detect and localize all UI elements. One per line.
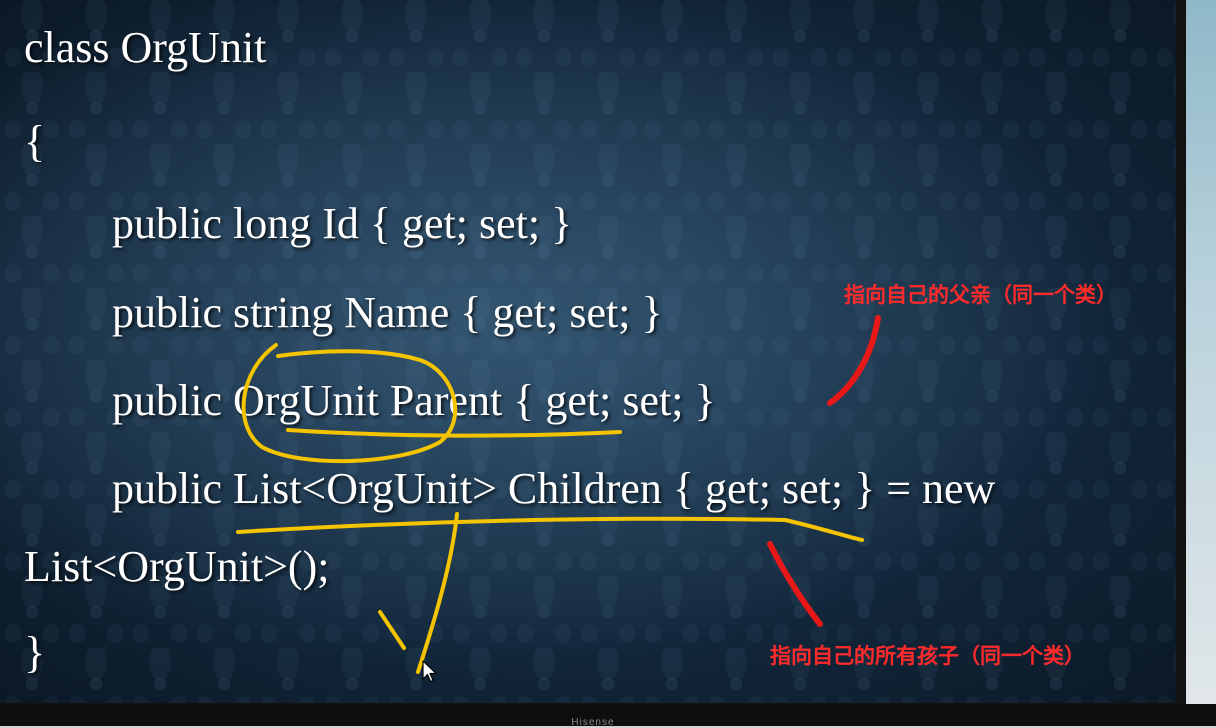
highlight-stroke-vertical: [416, 512, 459, 674]
annotation-parent-note: 指向自己的父亲（同一个类）: [844, 283, 1117, 307]
annotation-children-note: 指向自己的所有孩子（同一个类）: [770, 644, 1085, 668]
red-pointer-children: [767, 541, 823, 627]
highlight-underline-parent: [286, 428, 622, 438]
highlight-stroke-dash: [378, 610, 406, 650]
desktop-background-strip: [1186, 0, 1216, 726]
ink-annotation-layer: [236, 315, 881, 674]
monitor-brand-label: Hisense: [571, 717, 615, 728]
highlight-underline-children: [236, 516, 864, 542]
red-pointer-parent: [827, 315, 881, 406]
presentation-slide: class OrgUnit { public long Id { get; se…: [0, 0, 1176, 703]
highlight-circle-orgunit: [241, 343, 458, 464]
mouse-cursor-icon: [422, 660, 437, 683]
